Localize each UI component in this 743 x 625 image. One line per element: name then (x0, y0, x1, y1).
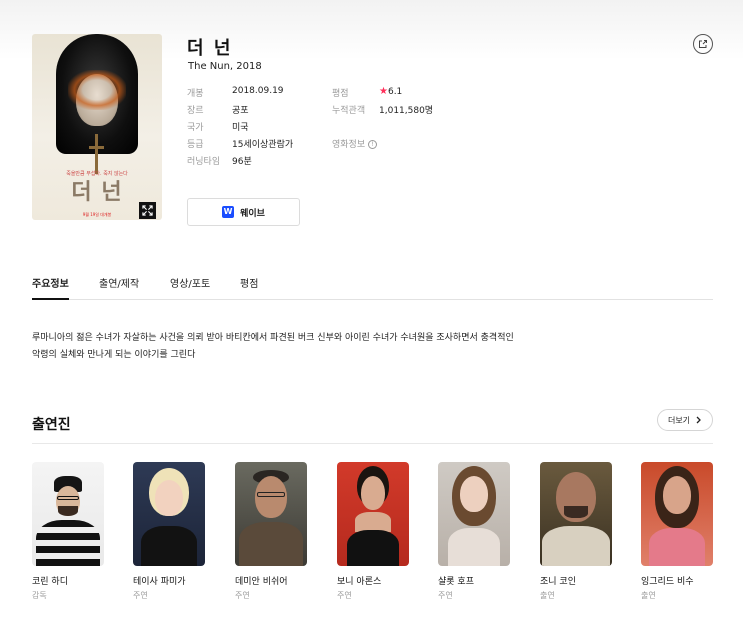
more-cast-button[interactable]: 더보기 (657, 409, 713, 431)
tab-main-info[interactable]: 주요정보 (32, 275, 69, 290)
cast-photo (337, 462, 409, 566)
cast-member[interactable]: 데미안 비쉬어 주연 (235, 462, 308, 601)
info-label: 영화정보 (332, 140, 366, 150)
movie-header: 죽을만큼 무섭다. 죽지 않는다 더 넌 9월 19일 대개봉 더 넌 The … (32, 34, 713, 229)
cast-role: 주연 (235, 591, 250, 600)
star-icon: ★ (379, 86, 388, 97)
chevron-right-icon (696, 416, 701, 424)
cast-member[interactable]: 보니 아론스 주연 (337, 462, 410, 601)
cast-role: 주연 (438, 591, 453, 600)
cast-member[interactable]: 테이사 파미가 주연 (133, 462, 206, 601)
cast-name: 잉그리드 비수 (641, 577, 694, 587)
info-icon: ! (368, 140, 378, 149)
cast-section-title: 출연진 (32, 417, 71, 433)
cast-member[interactable]: 샬롯 호프 주연 (438, 462, 511, 601)
cast-photo (133, 462, 205, 566)
share-icon (699, 40, 707, 48)
expand-icon (142, 205, 153, 216)
info-label: 누적관객 (332, 106, 366, 116)
cast-name: 조니 코인 (540, 577, 576, 587)
rating-grade-value: 15세이상관람가 (232, 140, 294, 150)
score-number: 6.1 (387, 87, 403, 97)
info-label: 러닝타임 (187, 157, 221, 167)
tab-cast-crew[interactable]: 출연/제작 (99, 275, 139, 290)
cast-photo (641, 462, 713, 566)
runtime-value: 96분 (232, 157, 252, 167)
synopsis-line: 루마니아의 젊은 수녀가 자살하는 사건을 의뢰 받아 바티칸에서 파견된 버크… (32, 333, 514, 343)
poster-cross-graphic (95, 134, 98, 174)
watch-button-label: 웨이브 (240, 208, 265, 219)
wavve-logo-icon: W (222, 206, 235, 218)
cast-name: 코린 하디 (32, 577, 68, 587)
tab-reviews[interactable]: 평점 (240, 275, 258, 290)
movie-title: 더 넌 (187, 38, 233, 59)
cast-name: 데미안 비쉬어 (235, 577, 288, 587)
poster-cross-bar-graphic (89, 146, 104, 149)
cast-photo (235, 462, 307, 566)
synopsis: 루마니아의 젊은 수녀가 자살하는 사건을 의뢰 받아 바티칸에서 파견된 버크… (32, 330, 632, 364)
tab-bar: 주요정보 출연/제작 영상/포토 평점 (32, 268, 713, 300)
release-date-value: 2018.09.19 (232, 86, 284, 96)
cast-member[interactable]: 조니 코인 출연 (540, 462, 613, 601)
expand-poster-button[interactable] (139, 202, 156, 219)
genre-value: 공포 (232, 106, 249, 116)
cast-role: 주연 (133, 591, 148, 600)
cast-role: 감독 (32, 591, 47, 600)
synopsis-line: 악령의 실체와 만나게 되는 이야기를 그린다 (32, 350, 196, 360)
more-button-label: 더보기 (667, 415, 691, 425)
share-button[interactable] (693, 34, 713, 54)
cast-photo (540, 462, 612, 566)
wavve-watch-button[interactable]: W 웨이브 (187, 198, 300, 226)
movie-subtitle: The Nun, 2018 (188, 61, 262, 72)
cast-photo (438, 462, 510, 566)
cast-name: 샬롯 호프 (438, 577, 474, 587)
cast-member[interactable]: 잉그리드 비수 출연 (641, 462, 714, 601)
info-label: 등급 (187, 140, 204, 150)
info-label: 평점 (332, 89, 349, 99)
active-tab-indicator (32, 298, 69, 300)
poster-burn-graphic (68, 70, 126, 110)
cast-name: 보니 아론스 (337, 577, 382, 587)
cast-photo (32, 462, 104, 566)
cast-role: 주연 (337, 591, 352, 600)
info-label: 장르 (187, 106, 204, 116)
cast-role: 출연 (540, 591, 555, 600)
cast-name: 테이사 파미가 (133, 577, 186, 587)
cast-role: 출연 (641, 591, 656, 600)
movie-info-link[interactable]: 영화정보! (332, 137, 378, 150)
cast-member[interactable]: 코린 하디 감독 (32, 462, 105, 601)
tab-video-photo[interactable]: 영상/포토 (170, 275, 210, 290)
movie-poster[interactable]: 죽을만큼 무섭다. 죽지 않는다 더 넌 9월 19일 대개봉 (32, 34, 162, 220)
audience-count-value: 1,011,580명 (379, 106, 434, 116)
info-label: 개봉 (187, 89, 204, 99)
score-value: ★6.1 (379, 86, 402, 97)
cast-section-header: 출연진 더보기 (32, 409, 713, 444)
info-label: 국가 (187, 123, 204, 133)
country-value: 미국 (232, 123, 249, 133)
